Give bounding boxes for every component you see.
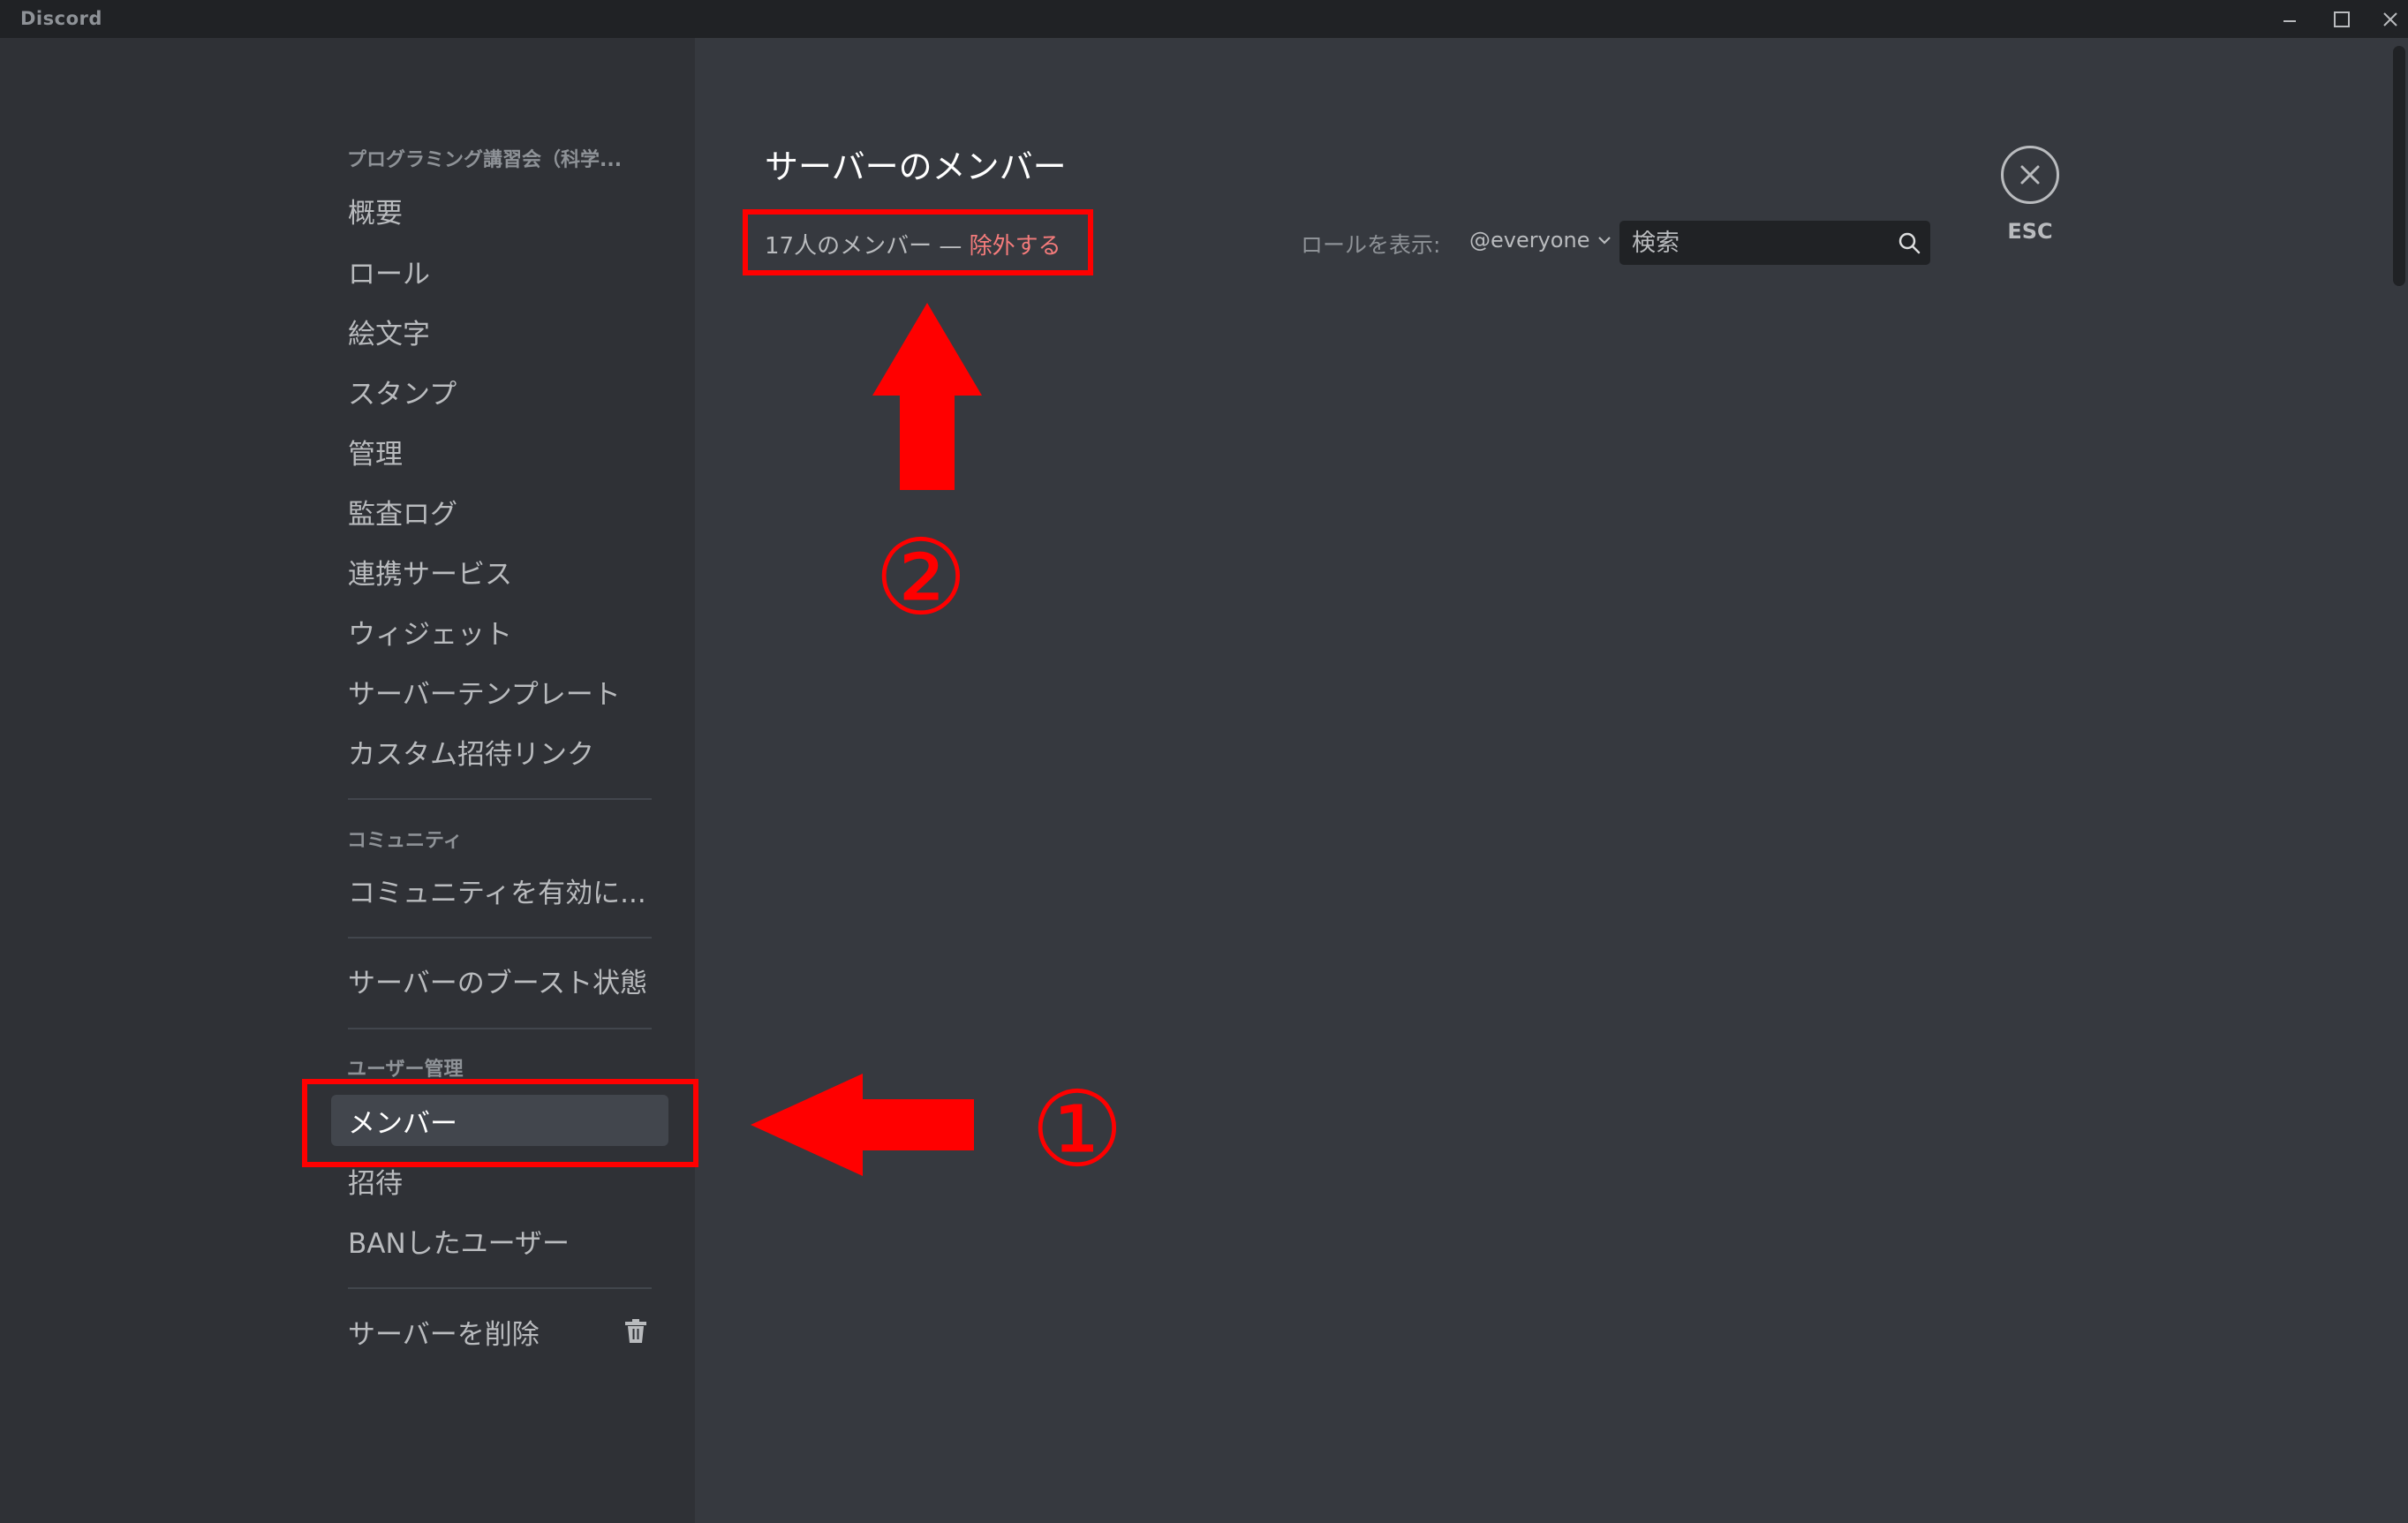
- left-arrow-annotation: [751, 1074, 974, 1176]
- esc-label: ESC: [2007, 219, 2053, 244]
- prune-highlight-box: [743, 209, 1093, 275]
- sidebar-divider: [348, 1287, 652, 1289]
- sidebar-divider: [348, 1028, 652, 1029]
- maximize-icon: [2334, 11, 2350, 27]
- sidebar-item-integrations[interactable]: 連携サービス: [331, 546, 668, 597]
- user-management-header: ユーザー管理: [347, 1059, 464, 1081]
- sidebar-item-moderation[interactable]: 管理: [331, 426, 668, 477]
- sidebar-item-audit-log[interactable]: 監査ログ: [331, 486, 668, 537]
- search-icon: [1898, 232, 1921, 254]
- up-arrow-annotation: [872, 303, 982, 490]
- sidebar-divider: [348, 798, 652, 800]
- close-icon: [2020, 165, 2040, 185]
- app-title: Discord: [20, 8, 102, 29]
- chevron-down-icon: [1598, 237, 1612, 245]
- sidebar-item-vanity-url[interactable]: カスタム招待リンク: [331, 726, 668, 777]
- maximize-button[interactable]: [2320, 0, 2364, 38]
- search-input[interactable]: [1632, 221, 1888, 265]
- sidebar-item-widget[interactable]: ウィジェット: [331, 606, 668, 657]
- members-highlight-box: [302, 1079, 698, 1167]
- minimize-button[interactable]: [2268, 0, 2312, 38]
- member-search: [1619, 221, 1930, 265]
- minimize-icon: [2283, 19, 2296, 22]
- sidebar-item-enable-community[interactable]: コミュニティを有効に...: [331, 864, 668, 916]
- scrollbar[interactable]: [2393, 46, 2405, 286]
- sidebar-item-server-template[interactable]: サーバーテンプレート: [331, 666, 668, 717]
- sidebar-item-overview[interactable]: 概要: [331, 185, 668, 236]
- role-filter-label: ロールを表示:: [1301, 232, 1441, 258]
- role-filter-value: @everyone: [1469, 228, 1590, 253]
- community-header: コミュニティ: [347, 830, 463, 852]
- sidebar-divider: [348, 937, 652, 939]
- sidebar-item-emoji[interactable]: 絵文字: [331, 305, 668, 357]
- close-settings-button[interactable]: [2001, 146, 2059, 204]
- sidebar-item-stickers[interactable]: スタンプ: [331, 366, 668, 417]
- close-icon: [2383, 11, 2397, 26]
- sidebar-item-roles[interactable]: ロール: [331, 245, 668, 297]
- sidebar-item-server-boost[interactable]: サーバーのブースト状態: [331, 954, 668, 1006]
- close-window-button[interactable]: [2368, 0, 2408, 38]
- trash-icon: [625, 1319, 646, 1343]
- title-bar: Discord: [0, 0, 2408, 38]
- step-2-marker: ②: [874, 516, 968, 638]
- sidebar-item-bans[interactable]: BANしたユーザー: [331, 1215, 668, 1266]
- sidebar-item-delete-server[interactable]: サーバーを削除: [331, 1306, 668, 1357]
- page-title: サーバーのメンバー: [765, 147, 1067, 186]
- role-filter-dropdown[interactable]: @everyone: [1469, 228, 1612, 253]
- step-1-marker: ①: [1030, 1068, 1124, 1190]
- server-name-header: プログラミング講習会（科学...: [347, 149, 623, 171]
